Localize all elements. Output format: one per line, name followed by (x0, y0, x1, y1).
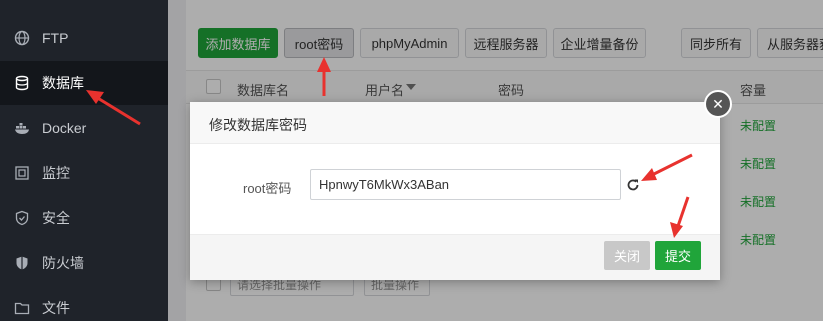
globe-icon (14, 30, 30, 46)
docker-icon (14, 120, 30, 136)
root-password-label: root密码 (243, 181, 292, 196)
sidebar-item-database[interactable]: 数据库 (0, 61, 168, 105)
sidebar: FTP 数据库 Docker 监控 安全 防火墙 文件 (0, 0, 168, 321)
sidebar-item-label: 安全 (42, 210, 70, 226)
root-password-input[interactable] (310, 169, 621, 200)
close-icon[interactable]: ✕ (704, 90, 732, 118)
sidebar-item-label: 监控 (42, 165, 70, 181)
sidebar-item-label: Docker (42, 120, 87, 136)
sidebar-item-label: 防火墙 (42, 255, 84, 271)
submit-button[interactable]: 提交 (655, 241, 701, 270)
shield-icon (14, 210, 30, 226)
folder-icon (14, 300, 30, 316)
sidebar-item-ftp[interactable]: FTP (0, 16, 168, 60)
dialog-title: 修改数据库密码 (209, 117, 307, 133)
refresh-icon[interactable] (625, 177, 641, 193)
sidebar-item-label: 文件 (42, 300, 70, 316)
close-button[interactable]: 关闭 (604, 241, 650, 270)
sidebar-item-label: 数据库 (42, 75, 84, 91)
sidebar-item-files[interactable]: 文件 (0, 286, 168, 321)
firewall-icon (14, 255, 30, 271)
monitor-icon (14, 165, 30, 181)
sidebar-item-label: FTP (42, 30, 69, 46)
sidebar-item-firewall[interactable]: 防火墙 (0, 241, 168, 285)
sidebar-item-monitor[interactable]: 监控 (0, 151, 168, 195)
sidebar-item-security[interactable]: 安全 (0, 196, 168, 240)
dialog-header: 修改数据库密码 (190, 102, 720, 144)
database-icon (14, 75, 30, 91)
sidebar-item-docker[interactable]: Docker (0, 106, 168, 150)
